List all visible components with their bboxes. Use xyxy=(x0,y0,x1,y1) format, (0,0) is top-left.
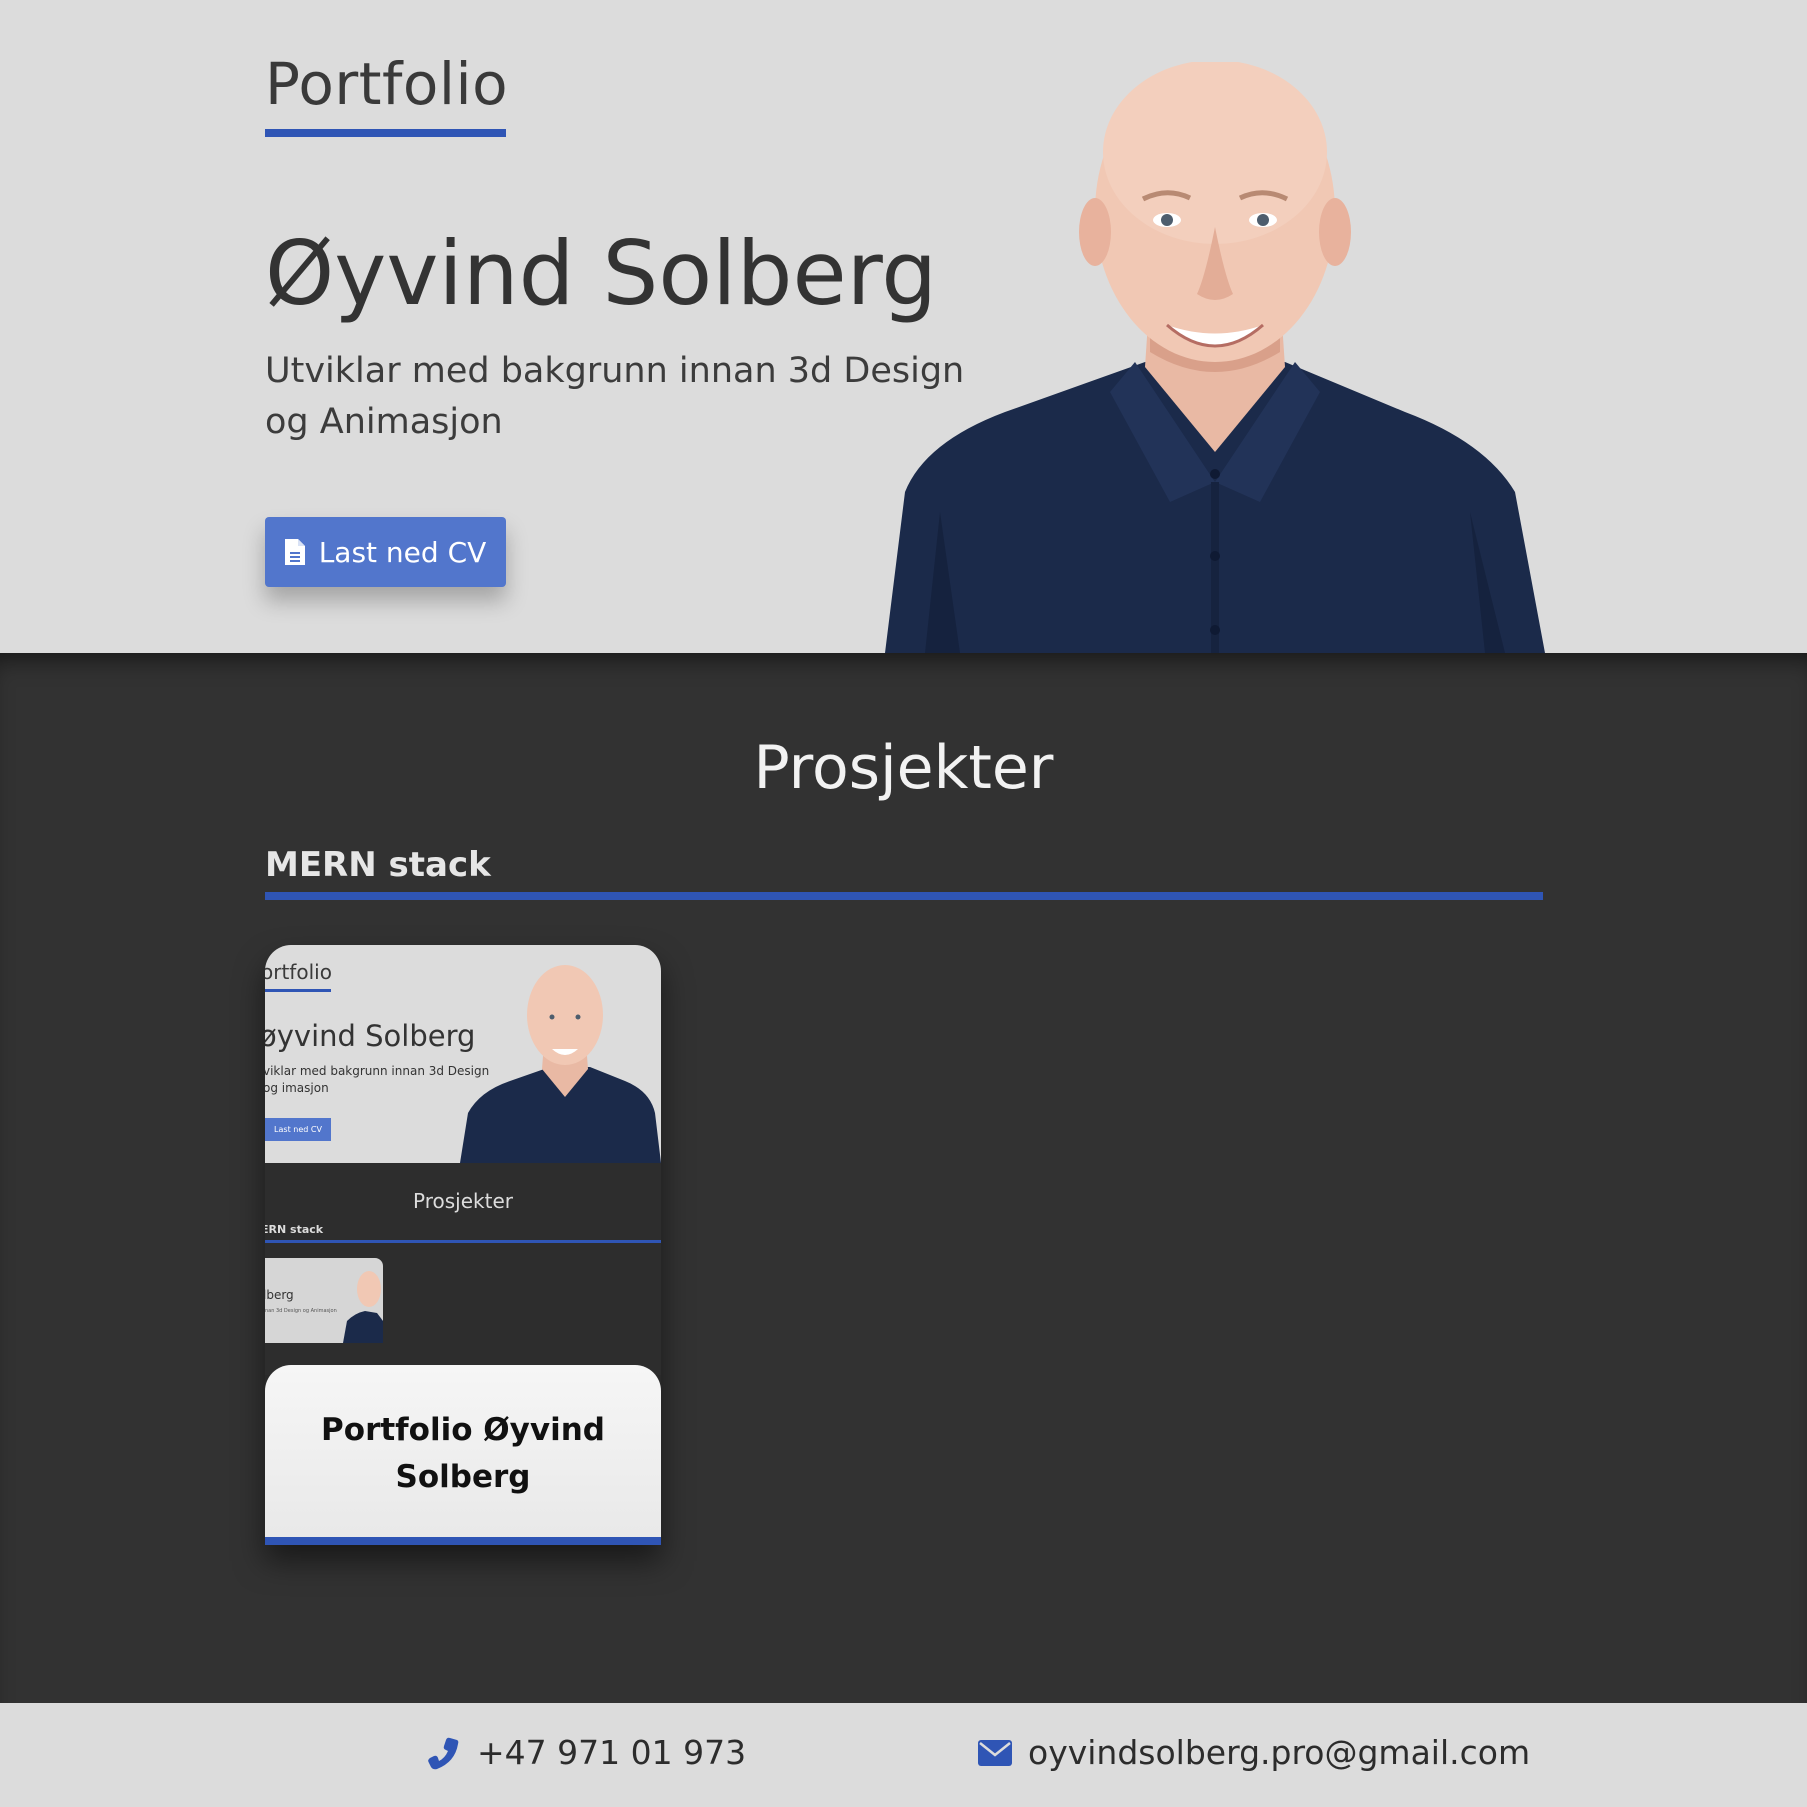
download-cv-button[interactable]: Last ned CV xyxy=(265,517,506,587)
thumbnail-photo xyxy=(460,965,661,1163)
thumbnail-brand: ortfolio xyxy=(265,960,332,984)
email-link[interactable]: oyvindsolberg.pro@gmail.com xyxy=(978,1733,1530,1772)
download-cv-label: Last ned CV xyxy=(318,535,487,569)
phone-number: +47 971 01 973 xyxy=(477,1733,747,1772)
hero-section: Portfolio Øyvind Solberg Utviklar med ba… xyxy=(0,0,1807,653)
thumbnail-projects-heading: Prosjekter xyxy=(413,1189,513,1213)
project-card[interactable]: ortfolio øyvind Solberg viklar med bakgr… xyxy=(265,945,661,1545)
project-card-title: Portfolio Øyvind Solberg xyxy=(321,1412,605,1495)
thumbnail-projects: Prosjekter ERN stack lberg nan 3d Design… xyxy=(265,1163,661,1375)
brand-underline xyxy=(265,129,506,137)
hero-subtitle: Utviklar med bakgrunn innan 3d Design og… xyxy=(265,351,965,442)
brand-title: Portfolio xyxy=(265,50,509,118)
category-divider xyxy=(265,892,1543,900)
thumbnail-subtitle: viklar med bakgrunn innan 3d Design og i… xyxy=(265,1064,490,1095)
phone-link[interactable]: +47 971 01 973 xyxy=(427,1733,746,1772)
thumbnail-mini-photo xyxy=(343,1271,383,1343)
envelope-icon xyxy=(978,1739,1012,1766)
thumbnail-cv-button: Last ned CV xyxy=(265,1118,331,1141)
project-thumbnail: ortfolio øyvind Solberg viklar med bakgr… xyxy=(265,945,661,1375)
thumbnail-category-divider xyxy=(265,1240,661,1243)
thumbnail-hero: ortfolio øyvind Solberg viklar med bakgr… xyxy=(265,945,661,1163)
thumbnail-brand-underline xyxy=(265,989,331,992)
phone-icon xyxy=(428,1737,459,1769)
profile-photo xyxy=(885,62,1545,653)
projects-section: Prosjekter MERN stack ortfolio øyvind So… xyxy=(0,653,1807,1703)
projects-heading: Prosjekter xyxy=(753,733,1054,803)
footer: +47 971 01 973 oyvindsolberg.pro@gmail.c… xyxy=(0,1703,1807,1807)
thumbnail-mini-name: lberg xyxy=(265,1288,294,1302)
project-card-caption: Portfolio Øyvind Solberg xyxy=(265,1365,661,1545)
category-heading: MERN stack xyxy=(265,845,491,885)
file-icon xyxy=(284,539,305,565)
project-card-accent xyxy=(265,1537,661,1545)
thumbnail-category: ERN stack xyxy=(265,1223,324,1236)
thumbnail-name: øyvind Solberg xyxy=(265,1019,476,1053)
email-address: oyvindsolberg.pro@gmail.com xyxy=(1028,1733,1531,1772)
thumbnail-mini-subtitle: nan 3d Design og Animasjon xyxy=(265,1308,337,1314)
thumbnail-mini-card: lberg nan 3d Design og Animasjon xyxy=(265,1258,383,1343)
hero-name: Øyvind Solberg xyxy=(265,222,938,325)
